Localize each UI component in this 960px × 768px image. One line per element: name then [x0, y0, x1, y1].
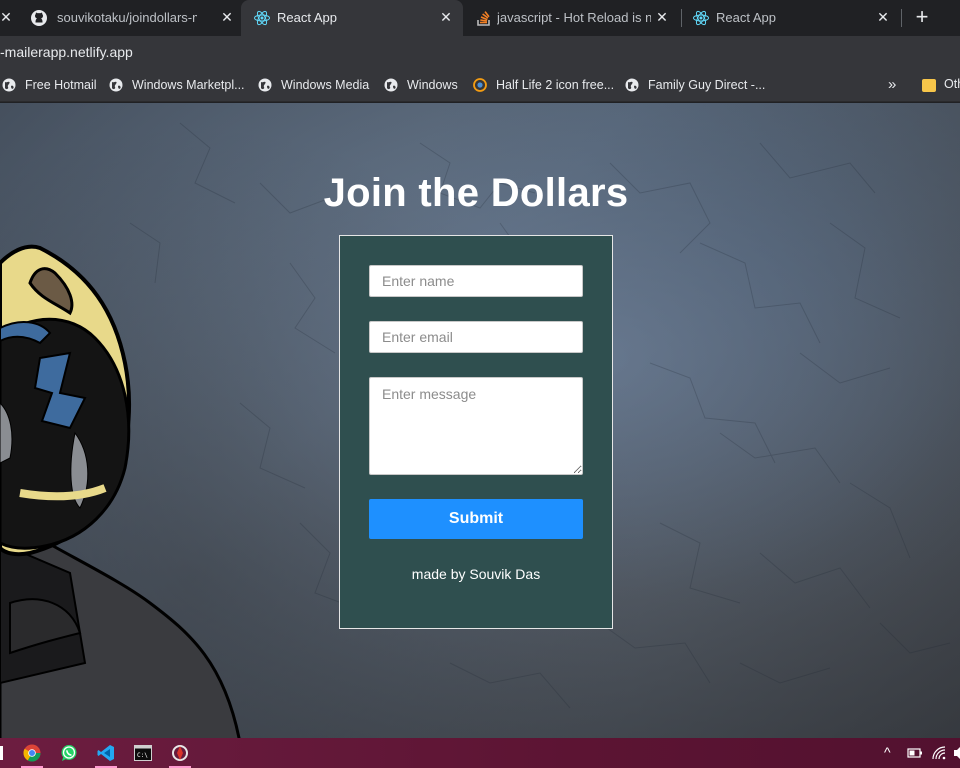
- close-icon[interactable]: ✕: [653, 8, 671, 26]
- tab-title: souvikotaku/joindollars-maile: [57, 10, 197, 25]
- tray-overflow-icon[interactable]: ^: [884, 744, 891, 760]
- taskbar-app[interactable]: [166, 740, 194, 768]
- chrome-icon: [23, 744, 41, 762]
- bookmark-label: Windows Marketpl...: [132, 78, 245, 92]
- name-input[interactable]: [369, 265, 583, 297]
- tab-title: React App: [716, 10, 776, 25]
- tab-react-app[interactable]: React App ✕: [682, 0, 900, 36]
- wifi-icon[interactable]: [932, 746, 948, 760]
- globe-icon: [109, 78, 123, 92]
- tab-stackoverflow[interactable]: javascript - Hot Reload is not ✕: [463, 0, 681, 36]
- stackoverflow-icon: [477, 11, 490, 26]
- message-textarea[interactable]: [369, 377, 583, 475]
- taskbar-edge: [0, 746, 3, 760]
- taskbar-vscode[interactable]: [92, 740, 120, 768]
- terminal-icon: C:\: [134, 745, 152, 761]
- signup-form: Submit made by Souvik Das: [339, 235, 613, 629]
- globe-icon: [384, 78, 398, 92]
- app-icon: [172, 745, 188, 761]
- close-icon[interactable]: ✕: [437, 8, 455, 26]
- folder-icon: [922, 79, 936, 92]
- page-title: Join the Dollars: [323, 171, 629, 215]
- react-icon: [254, 10, 270, 26]
- credit-text: made by Souvik Das: [411, 566, 541, 582]
- other-bookmarks[interactable]: Oth: [944, 77, 960, 91]
- bookmark-label: Family Guy Direct -...: [648, 78, 766, 92]
- bookmarks-bar: Free Hotmail Windows Marketpl... Windows…: [0, 68, 960, 102]
- svg-text:C:\: C:\: [137, 752, 148, 759]
- tab-react-app-active[interactable]: React App ✕: [241, 0, 463, 36]
- bookmark-windows-media[interactable]: Windows Media: [258, 68, 369, 102]
- bookmark-label: Windows: [407, 78, 458, 92]
- taskbar-chrome[interactable]: [18, 740, 46, 768]
- page-viewport: Join the Dollars Submit made by Souvik D…: [0, 103, 960, 738]
- tab-title: React App: [277, 10, 337, 25]
- tab-github[interactable]: souvikotaku/joindollars-maile ✕: [0, 0, 238, 36]
- bookmark-free-hotmail[interactable]: Free Hotmail: [2, 68, 97, 102]
- submit-button[interactable]: Submit: [369, 499, 583, 539]
- react-icon: [693, 10, 709, 26]
- globe-icon: [258, 78, 272, 92]
- tab-strip: souvikotaku/joindollars-maile ✕ ✕ React …: [0, 0, 960, 36]
- close-icon[interactable]: ✕: [0, 8, 15, 26]
- url-field[interactable]: -mailerapp.netlify.app: [0, 44, 133, 60]
- whatsapp-icon: [61, 745, 77, 761]
- bookmark-label: Windows Media: [281, 78, 370, 92]
- character-illustration: [0, 244, 241, 738]
- halflife-icon: [473, 78, 487, 92]
- taskbar: C:\ ^: [0, 738, 960, 768]
- taskbar-terminal[interactable]: C:\: [129, 740, 157, 766]
- github-icon: [31, 10, 47, 26]
- bookmark-windows-marketplace[interactable]: Windows Marketpl...: [109, 68, 245, 102]
- close-icon[interactable]: ✕: [874, 8, 892, 26]
- bookmarks-overflow-button[interactable]: »: [888, 76, 896, 93]
- globe-icon: [2, 78, 16, 92]
- address-bar: -mailerapp.netlify.app: [0, 36, 960, 68]
- battery-icon[interactable]: [907, 746, 923, 760]
- volume-icon[interactable]: [954, 745, 960, 761]
- taskbar-whatsapp[interactable]: [55, 740, 83, 766]
- email-input[interactable]: [369, 321, 583, 353]
- tab-title: javascript - Hot Reload is not: [497, 10, 651, 25]
- bookmark-half-life-2[interactable]: Half Life 2 icon free...: [473, 68, 614, 102]
- tab-separator: [901, 9, 902, 27]
- bookmark-label: Half Life 2 icon free...: [496, 78, 615, 92]
- vscode-icon: [97, 745, 114, 761]
- globe-icon: [625, 78, 639, 92]
- bookmark-windows[interactable]: Windows: [384, 68, 458, 102]
- bookmark-family-guy[interactable]: Family Guy Direct -...: [625, 68, 765, 102]
- bookmark-label: Free Hotmail: [25, 78, 97, 92]
- new-tab-button[interactable]: +: [910, 6, 934, 29]
- close-icon[interactable]: ✕: [218, 8, 236, 26]
